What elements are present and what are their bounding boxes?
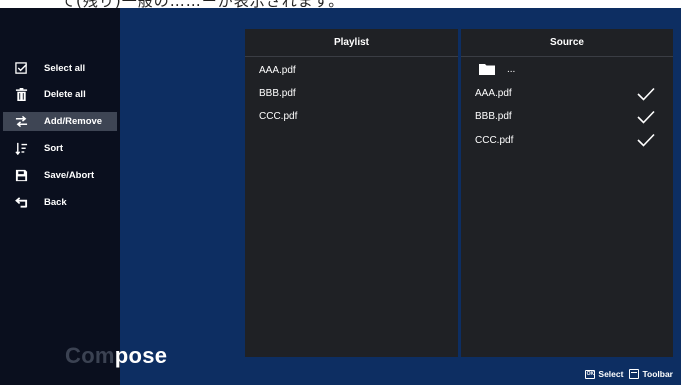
bottom-hint-bar: OK Select Toolbar (585, 369, 673, 379)
document-caption-strip: て(残り)一般の……ーが表示されます。 (0, 0, 681, 8)
toolbar-icon (629, 369, 640, 379)
swap-arrows-icon (13, 114, 29, 130)
menu-label: Select all (44, 63, 86, 74)
parent-folder-label[interactable]: ... (507, 64, 515, 75)
left-toolbar: Select all Delete all Add/Remove Sort Sa… (0, 8, 120, 385)
playlist-item[interactable]: AAA.pdf (259, 65, 296, 76)
playlist-item[interactable]: CCC.pdf (259, 111, 297, 122)
sort-icon (13, 141, 29, 157)
source-item[interactable]: CCC.pdf (475, 135, 513, 146)
checkmark-icon[interactable] (637, 110, 655, 124)
save-icon (13, 168, 29, 184)
source-item[interactable]: BBB.pdf (475, 111, 512, 122)
screen-title-bright: pose (114, 343, 168, 368)
ok-button-icon: OK (585, 369, 596, 379)
select-all-icon (13, 61, 29, 77)
checkmark-icon[interactable] (637, 133, 655, 147)
playlist-header: Playlist (245, 29, 458, 57)
menu-item-back[interactable]: Back (3, 193, 117, 212)
screen-title: Compose (65, 343, 167, 369)
menu-label: Back (44, 197, 67, 208)
menu-item-save-abort[interactable]: Save/Abort (3, 166, 117, 185)
menu-label: Save/Abort (44, 170, 95, 181)
menu-item-select-all[interactable]: Select all (3, 59, 117, 78)
source-header: Source (461, 29, 673, 57)
menu-item-add-remove[interactable]: Add/Remove (3, 112, 117, 131)
folder-icon[interactable] (479, 63, 495, 75)
menu-label: Sort (44, 143, 63, 154)
source-panel: Source ... AAA.pdf BBB.pdf CCC.pdf (461, 29, 673, 357)
back-arrow-icon (13, 195, 29, 211)
menu-label: Delete all (44, 89, 86, 100)
trash-icon (13, 87, 29, 103)
menu-label: Add/Remove (44, 116, 103, 127)
playlist-item[interactable]: BBB.pdf (259, 88, 296, 99)
toolbar-hint-label: Toolbar (642, 369, 673, 379)
playlist-panel: Playlist AAA.pdf BBB.pdf CCC.pdf (245, 29, 458, 357)
select-hint-label: Select (598, 369, 624, 379)
document-caption: て(残り)一般の……ーが表示されます。 (60, 0, 344, 8)
tv-screen: Select all Delete all Add/Remove Sort Sa… (0, 8, 681, 385)
source-item[interactable]: AAA.pdf (475, 88, 512, 99)
menu-item-delete-all[interactable]: Delete all (3, 85, 117, 104)
screen-title-dim: Com (65, 343, 115, 368)
menu-item-sort[interactable]: Sort (3, 139, 117, 158)
checkmark-icon[interactable] (637, 87, 655, 101)
